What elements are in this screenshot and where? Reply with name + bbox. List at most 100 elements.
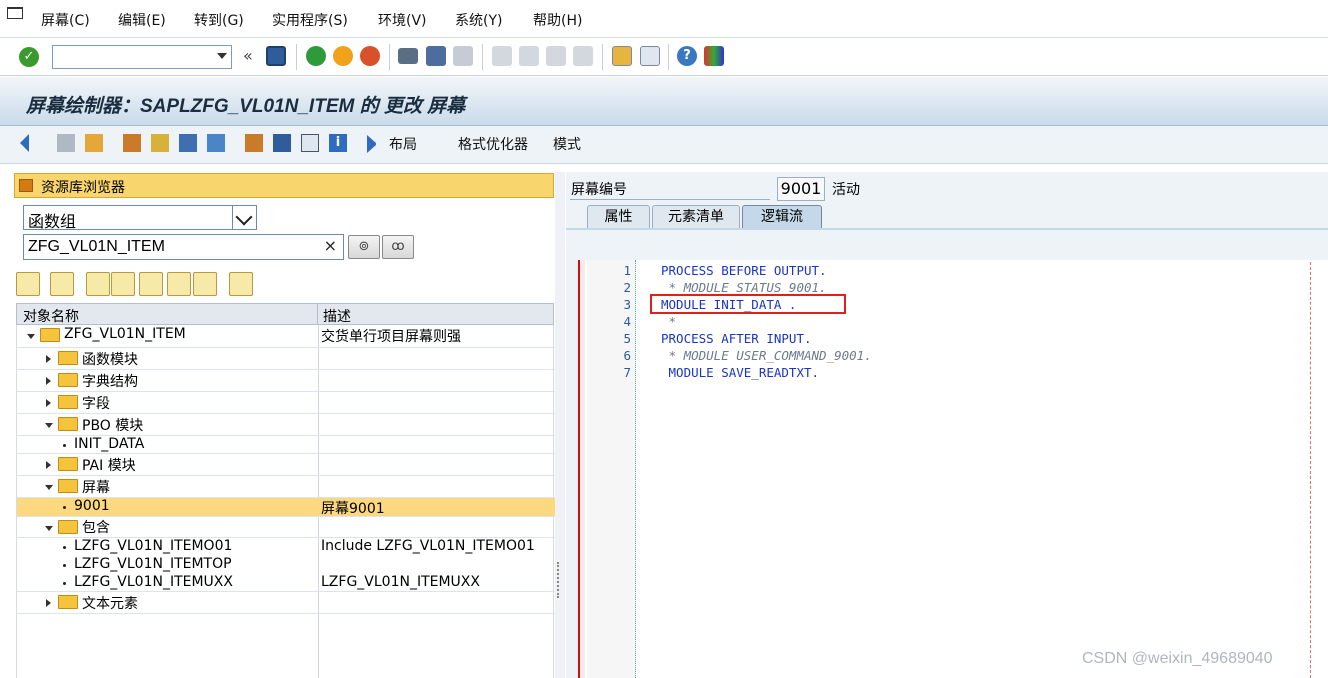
tree-row-pai-modules[interactable]: PAI 模块 xyxy=(17,454,555,476)
tree-row-function-group[interactable]: ZFG_VL01N_ITEM 交货单行项目屏幕则强 xyxy=(17,325,555,348)
layout-menu-icon[interactable] xyxy=(704,46,724,66)
column-divider[interactable] xyxy=(317,304,318,324)
code-line[interactable]: * MODULE STATUS_9001. xyxy=(661,280,827,295)
command-field[interactable] xyxy=(52,45,232,69)
last-page-icon[interactable] xyxy=(573,46,593,66)
prev-page-icon[interactable] xyxy=(519,46,539,66)
check-icon[interactable] xyxy=(179,134,197,152)
pane-splitter[interactable] xyxy=(555,172,565,678)
tree-row-dictionary-structures[interactable]: 字典结构 xyxy=(17,370,555,392)
splitter-grip[interactable] xyxy=(557,562,559,598)
tree-row-function-modules[interactable]: 函数模块 xyxy=(17,348,555,370)
chevron-down-icon[interactable] xyxy=(217,53,227,59)
tree-row-pbo-modules[interactable]: PBO 模块 xyxy=(17,414,555,436)
layout-arrow-icon[interactable] xyxy=(367,135,376,153)
layout-button[interactable]: 布局 xyxy=(389,134,417,154)
chevron-right-icon[interactable] xyxy=(46,355,51,363)
chevron-right-icon[interactable] xyxy=(46,461,51,469)
chevron-right-icon[interactable] xyxy=(46,599,51,607)
where-used-icon[interactable] xyxy=(123,134,141,152)
flow-logic-editor[interactable] xyxy=(578,260,1328,678)
menu-environment[interactable]: 环境(V) xyxy=(378,10,427,30)
element-list-icon[interactable] xyxy=(273,134,291,152)
code-line[interactable]: PROCESS AFTER INPUT. xyxy=(661,331,812,346)
code-line[interactable]: PROCESS BEFORE OUTPUT. xyxy=(661,263,827,278)
command-input[interactable] xyxy=(53,46,203,68)
menu-system[interactable]: 系统(Y) xyxy=(455,10,502,30)
display-button[interactable]: ⊚ xyxy=(348,235,380,259)
print-icon[interactable] xyxy=(398,48,418,64)
menu-goto[interactable]: 转到(G) xyxy=(194,10,244,30)
chevron-down-icon[interactable] xyxy=(27,334,35,339)
code-line[interactable]: * MODULE USER_COMMAND_9001. xyxy=(661,348,872,363)
tree-row-text-elements[interactable]: 文本元素 xyxy=(17,592,555,614)
code-line[interactable]: * xyxy=(661,314,677,329)
clear-icon[interactable]: × xyxy=(324,236,337,255)
hierarchy-icon[interactable] xyxy=(245,134,263,152)
tree-row-fields[interactable]: 字段 xyxy=(17,392,555,414)
tab-element-list[interactable]: 元素清单 xyxy=(652,205,740,229)
tree-row-screens[interactable]: 屏幕 xyxy=(17,476,555,498)
column-object-name[interactable]: 对象名称 xyxy=(23,306,79,326)
find-icon[interactable] xyxy=(426,46,446,66)
collapse-icon[interactable]: « xyxy=(243,46,253,65)
system-menu-icon[interactable] xyxy=(7,7,23,19)
object-name-input[interactable] xyxy=(24,235,314,259)
tab-flow-logic[interactable]: 逻辑流 xyxy=(742,205,822,229)
tree-row-includes[interactable]: 包含 xyxy=(17,517,555,538)
tree-row-include-o01[interactable]: LZFG_VL01N_ITEMO01 Include LZFG_VL01N_IT… xyxy=(17,538,555,556)
favorites-icon[interactable] xyxy=(193,272,217,296)
magic-wand-icon[interactable] xyxy=(151,134,169,152)
layout-icon[interactable] xyxy=(301,134,319,152)
new-session-icon[interactable] xyxy=(612,46,632,66)
enter-check-icon[interactable]: ✓ xyxy=(19,47,39,67)
menu-edit[interactable]: 编辑(E) xyxy=(118,10,166,30)
format-optimizer-button[interactable]: 格式优化器 xyxy=(458,134,528,154)
display-change-icon[interactable] xyxy=(57,134,75,152)
chevron-down-icon[interactable] xyxy=(45,485,53,490)
info-icon[interactable]: i xyxy=(329,134,347,152)
menu-utilities[interactable]: 实用程序(S) xyxy=(272,10,348,30)
exit-icon[interactable] xyxy=(333,46,353,66)
next-page-icon[interactable] xyxy=(546,46,566,66)
hierarchy-tree-icon[interactable] xyxy=(167,272,191,296)
tree-row-include-uxx[interactable]: LZFG_VL01N_ITEMUXX LZFG_VL01N_ITEMUXX xyxy=(17,574,555,592)
activate-icon[interactable] xyxy=(85,134,103,152)
code-line[interactable]: MODULE SAVE_READTXT. xyxy=(661,365,820,380)
column-description[interactable]: 描述 xyxy=(323,306,351,326)
tab-attributes[interactable]: 属性 xyxy=(587,205,650,229)
mode-button[interactable]: 模式 xyxy=(553,134,581,154)
open-folder-icon xyxy=(58,520,78,534)
test-icon[interactable] xyxy=(207,134,225,152)
bullet-icon xyxy=(63,582,66,585)
object-name-field[interactable]: × xyxy=(23,234,344,260)
menu-screen[interactable]: 屏幕(C) xyxy=(41,10,90,30)
chevron-down-icon[interactable] xyxy=(45,423,53,428)
next-object-icon[interactable] xyxy=(50,272,74,296)
previous-object-icon[interactable] xyxy=(16,272,40,296)
chevron-down-icon[interactable] xyxy=(45,526,53,531)
find-next-icon[interactable] xyxy=(453,46,473,66)
cancel-icon[interactable] xyxy=(360,46,380,66)
help-icon[interactable]: ? xyxy=(677,46,697,66)
tree-row-init-data[interactable]: INIT_DATA xyxy=(17,436,555,454)
repository-browser-header[interactable]: 资源库浏览器 xyxy=(14,173,554,198)
menu-help[interactable]: 帮助(H) xyxy=(533,10,582,30)
save-icon[interactable] xyxy=(266,46,286,66)
expand-all-icon[interactable] xyxy=(86,272,110,296)
find-in-tree-icon[interactable] xyxy=(139,272,163,296)
tree-row-include-top[interactable]: LZFG_VL01N_ITEMTOP xyxy=(17,556,555,574)
glasses-icon[interactable]: ꝏ xyxy=(382,235,414,259)
shortcut-icon[interactable] xyxy=(640,46,660,66)
chevron-right-icon[interactable] xyxy=(46,399,51,407)
chevron-right-icon[interactable] xyxy=(46,377,51,385)
back-arrow-icon[interactable] xyxy=(20,134,29,152)
back-icon[interactable] xyxy=(306,46,326,66)
collapse-all-icon[interactable] xyxy=(111,272,135,296)
object-type-select[interactable]: 函数组 xyxy=(23,205,257,231)
chevron-down-icon[interactable] xyxy=(232,206,256,229)
open-folder-icon xyxy=(58,479,78,493)
refresh-icon[interactable] xyxy=(229,272,253,296)
first-page-icon[interactable] xyxy=(492,46,512,66)
tree-row-screen-9001[interactable]: 9001 屏幕9001 xyxy=(17,498,555,517)
